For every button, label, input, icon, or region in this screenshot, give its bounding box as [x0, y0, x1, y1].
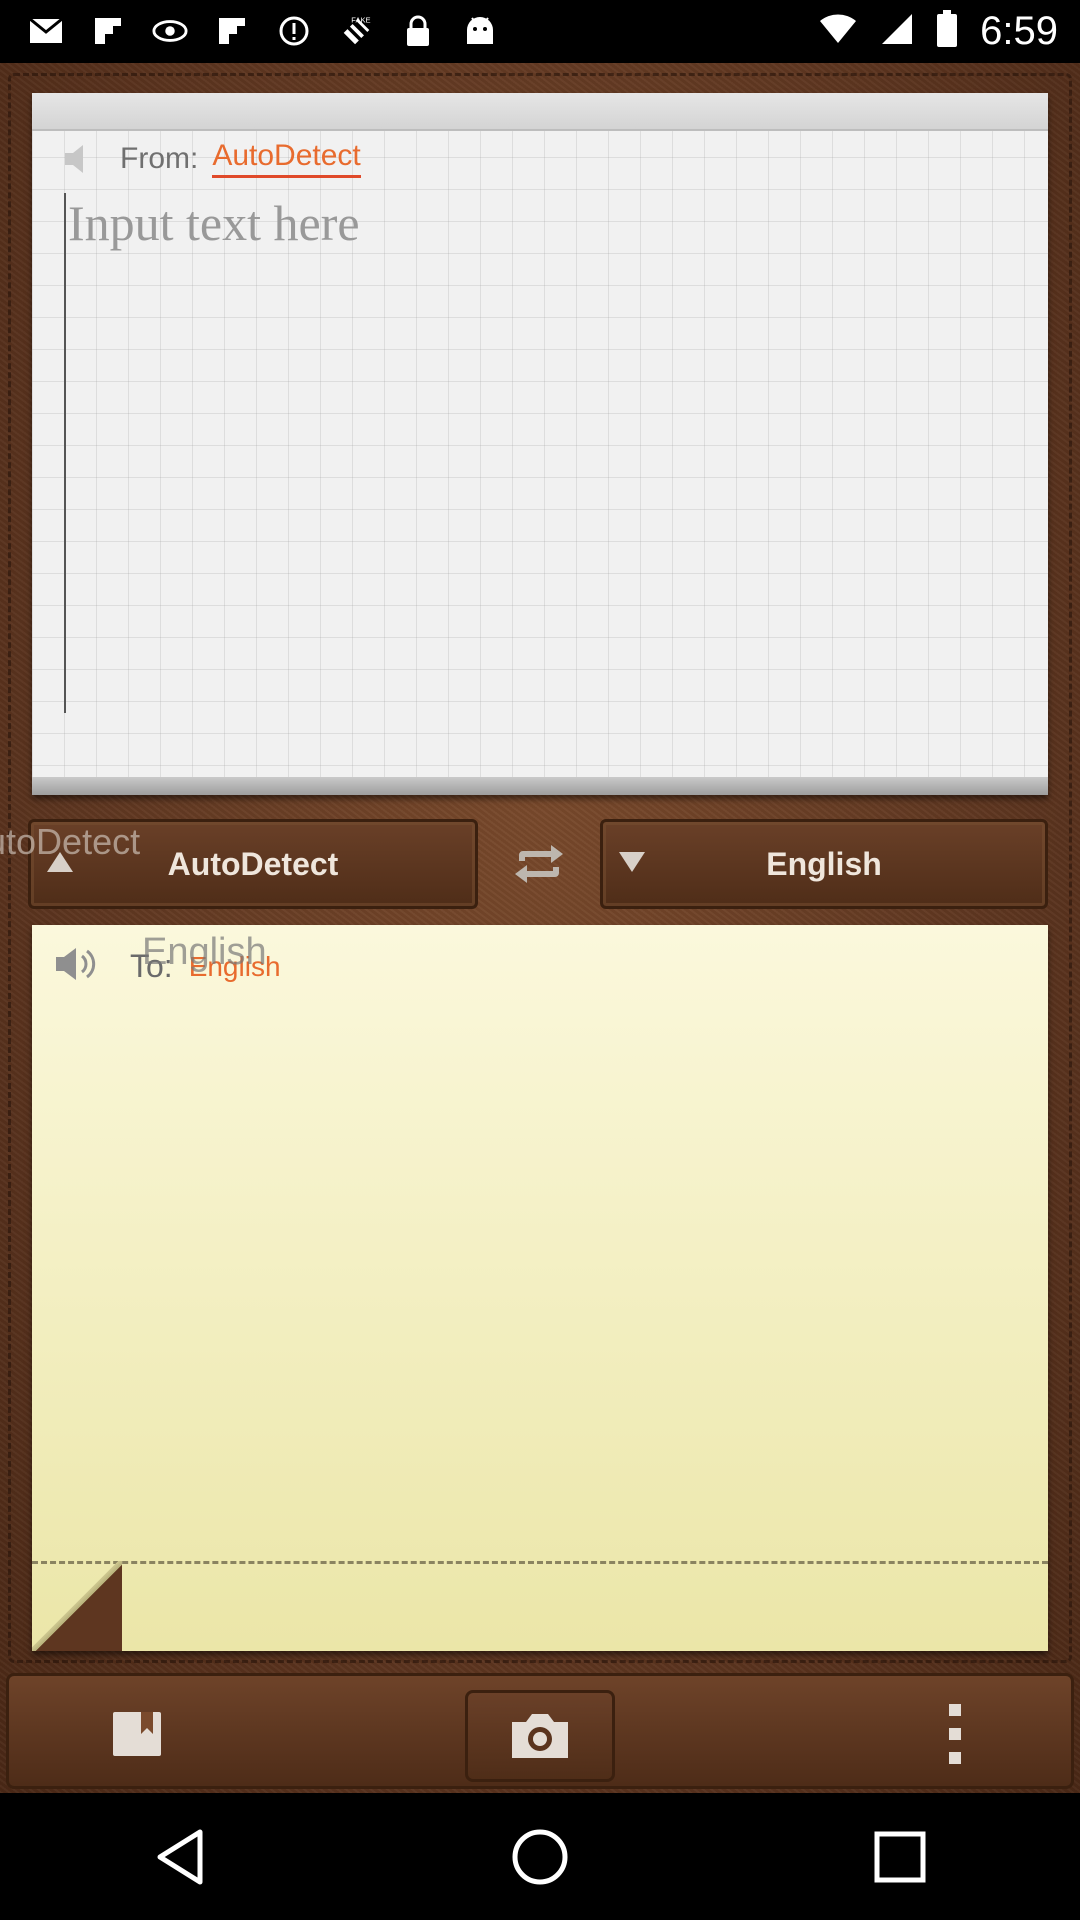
alert-icon — [276, 13, 312, 49]
bookmark-button[interactable] — [109, 1706, 165, 1762]
from-row: From: AutoDetect — [58, 139, 361, 178]
status-bar: FAKE 6:59 — [0, 0, 1080, 63]
target-language-label: English — [766, 845, 882, 882]
more-menu-button[interactable] — [927, 1696, 983, 1772]
ghost-target-language: English — [142, 931, 267, 973]
swap-icon — [515, 845, 563, 883]
recents-icon — [874, 1831, 926, 1882]
signal-icon — [880, 12, 914, 51]
translator-app: From: AutoDetect AutoDetect utoDetect En… — [0, 63, 1080, 1793]
system-icons: 6:59 — [818, 6, 1058, 56]
back-button[interactable] — [130, 1807, 230, 1907]
input-card-header — [32, 93, 1048, 131]
source-text-input[interactable] — [64, 193, 1014, 713]
swap-languages-button[interactable] — [508, 839, 570, 889]
bottom-toolbar — [6, 1673, 1074, 1789]
eye-icon — [152, 13, 188, 49]
wifi-icon — [818, 13, 858, 50]
divider — [32, 1561, 1048, 1564]
input-card: From: AutoDetect — [32, 93, 1048, 795]
notification-icons: FAKE — [28, 10, 498, 52]
camera-icon — [512, 1714, 568, 1758]
flipboard-icon — [90, 13, 126, 49]
home-button[interactable] — [490, 1807, 590, 1907]
home-icon — [512, 1829, 568, 1884]
clock: 6:59 — [980, 8, 1058, 53]
speaker-icon[interactable] — [58, 141, 94, 177]
target-language-button[interactable]: English — [600, 819, 1048, 909]
from-label: From: — [120, 141, 199, 175]
android-icon — [462, 13, 498, 49]
more-vertical-icon — [949, 1704, 961, 1764]
flipboard-icon — [214, 13, 250, 49]
navigation-bar — [0, 1793, 1080, 1920]
speaker-icon[interactable] — [54, 945, 100, 988]
source-language-link[interactable]: AutoDetect — [212, 139, 361, 178]
back-icon — [157, 1829, 203, 1884]
lock-icon — [400, 13, 436, 49]
source-language-label: AutoDetect — [167, 845, 339, 882]
recents-button[interactable] — [850, 1807, 950, 1907]
bookmark-icon — [113, 1712, 161, 1756]
battery-icon — [936, 9, 958, 53]
triangle-down-icon — [617, 850, 647, 876]
page-curl-edge — [32, 1561, 122, 1651]
language-bar: AutoDetect utoDetect English — [0, 811, 1080, 909]
ghost-source-language: utoDetect — [0, 821, 141, 862]
email-icon — [28, 13, 64, 49]
fake-gps-icon: FAKE — [338, 13, 374, 49]
camera-button[interactable] — [465, 1690, 615, 1782]
input-card-footer — [32, 777, 1048, 795]
output-card: To: English English — [32, 925, 1048, 1651]
